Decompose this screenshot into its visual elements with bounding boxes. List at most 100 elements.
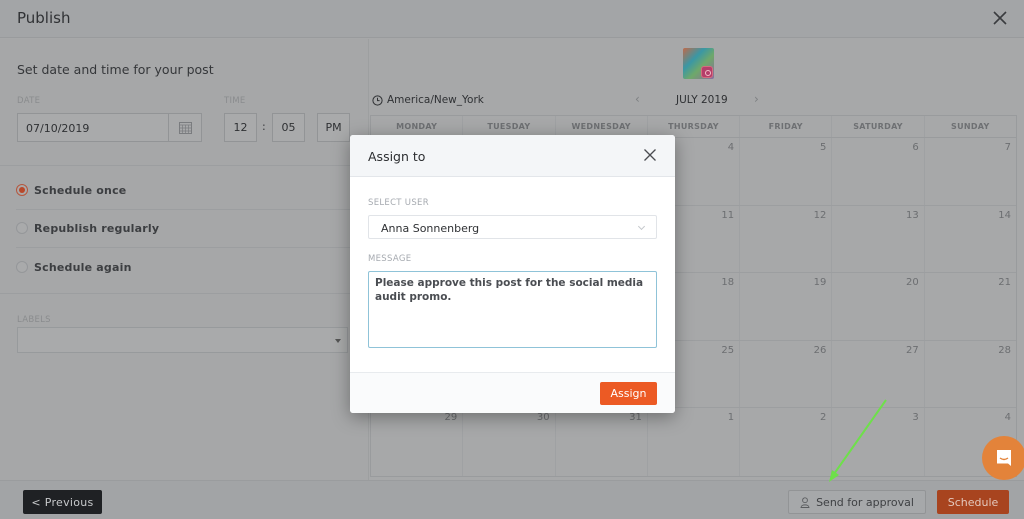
close-icon[interactable]	[990, 8, 1010, 28]
section-heading: Set date and time for your post	[17, 62, 214, 77]
calendar-day-cell[interactable]: 13	[832, 205, 925, 272]
labels-label: LABELS	[17, 315, 51, 325]
day-number: 7	[1004, 142, 1011, 153]
day-number: 25	[721, 344, 735, 356]
day-number: 20	[905, 277, 919, 288]
day-number: 3	[912, 412, 919, 423]
calendar-picker-button[interactable]	[168, 114, 201, 141]
instagram-icon	[701, 66, 713, 78]
day-number: 26	[813, 344, 827, 356]
dialog-title: Assign to	[368, 149, 426, 164]
radio-selected[interactable]	[16, 184, 28, 196]
calendar-day-cell[interactable]: 7	[925, 138, 1016, 205]
day-number: 30	[536, 412, 550, 423]
calendar-day-cell[interactable]: 19	[740, 273, 833, 340]
calendar-day-cell[interactable]: 5	[740, 138, 833, 205]
calendar-day-cell[interactable]: 28	[925, 341, 1016, 408]
calendar-icon	[178, 121, 192, 134]
day-number: 4	[727, 142, 735, 153]
clock-icon	[372, 94, 383, 106]
chat-launcher-button[interactable]	[982, 436, 1024, 480]
calendar-day-cell[interactable]: 3	[832, 408, 925, 476]
calendar-day-cell[interactable]: 2	[740, 408, 833, 476]
weekday-label: SUNDAY	[951, 122, 990, 131]
weekday-label: WEDNESDAY	[556, 116, 648, 137]
calendar-day-cell[interactable]: 12	[740, 205, 833, 272]
calendar-day-cell[interactable]: 21	[925, 273, 1016, 340]
calendar-day-cell[interactable]: 20	[832, 273, 925, 340]
day-number: 29	[444, 412, 458, 423]
calendar-day-cell[interactable]: 31	[556, 408, 648, 476]
day-number: 1	[727, 412, 735, 423]
weekday-label: THURSDAY	[648, 116, 741, 137]
previous-button[interactable]: < Previous	[23, 490, 102, 514]
minute-input[interactable]: 05	[272, 113, 305, 142]
publish-header: Publish	[0, 0, 1024, 38]
timezone-display[interactable]: America/New_York	[372, 94, 484, 106]
chat-icon	[997, 450, 1011, 466]
weekday-label: FRIDAY	[740, 116, 833, 137]
day-number: 6	[912, 142, 919, 153]
day-number: 27	[905, 344, 919, 356]
day-number: 18	[721, 277, 735, 288]
time-separator: :	[262, 120, 266, 133]
previous-month-button[interactable]: ‹	[635, 92, 640, 106]
day-number: 12	[813, 209, 827, 221]
calendar-day-cell[interactable]: 14	[925, 206, 1016, 273]
day-number: 28	[998, 344, 1011, 356]
day-number: 4	[1004, 412, 1011, 423]
send-for-approval-label: Send for approval	[816, 495, 914, 509]
radio-unselected[interactable]	[16, 261, 28, 273]
day-number: 19	[813, 277, 827, 288]
labels-select[interactable]	[17, 327, 348, 353]
option-republish-regularly[interactable]: Republish regularly	[16, 209, 352, 247]
calendar-day-cell[interactable]: 30	[463, 408, 556, 476]
date-input[interactable]: 07/10/2019	[17, 113, 202, 142]
message-label: MESSAGE	[368, 254, 412, 264]
day-number: 11	[721, 209, 735, 221]
meridiem-toggle[interactable]: PM	[317, 113, 350, 142]
radio-unselected[interactable]	[16, 222, 28, 234]
calendar-day-cell[interactable]: 29	[371, 408, 464, 476]
day-number: 14	[998, 209, 1011, 221]
divider	[0, 165, 369, 166]
option-label: Schedule once	[34, 183, 127, 197]
calendar-week-row: 29 30 31 1 2 3 4	[371, 408, 1016, 476]
calendar-day-cell[interactable]: 26	[740, 340, 833, 407]
schedule-settings-panel: Set date and time for your post DATE 07/…	[0, 39, 369, 480]
date-label: DATE	[17, 96, 41, 106]
divider	[0, 293, 369, 294]
hour-input[interactable]: 12	[224, 113, 257, 142]
option-label: Schedule again	[34, 260, 132, 274]
select-user-label: SELECT USER	[368, 198, 429, 208]
day-number: 5	[820, 142, 827, 153]
date-value: 07/10/2019	[26, 122, 90, 135]
chevron-down-icon	[637, 222, 646, 231]
day-number: 2	[820, 412, 827, 423]
dialog-header: Assign to	[350, 135, 675, 177]
calendar-day-cell[interactable]: 6	[832, 138, 925, 205]
day-number: 31	[629, 412, 642, 423]
assign-button[interactable]: Assign	[600, 382, 657, 405]
page-title: Publish	[17, 9, 71, 27]
weekday-label: TUESDAY	[463, 116, 556, 137]
option-schedule-again[interactable]: Schedule again	[16, 248, 352, 286]
selected-user: Anna Sonnenberg	[381, 222, 480, 235]
calendar-day-cell[interactable]: 1	[648, 408, 741, 476]
instagram-profile-avatar	[683, 48, 714, 79]
assign-to-dialog: Assign to SELECT USER Anna Sonnenberg ME…	[350, 135, 675, 413]
message-textarea[interactable]	[368, 271, 657, 348]
schedule-button[interactable]: Schedule	[937, 490, 1009, 514]
send-for-approval-button[interactable]: Send for approval	[788, 490, 926, 514]
next-month-button[interactable]: ›	[754, 92, 759, 106]
day-number: 21	[998, 277, 1011, 288]
chevron-down-icon	[335, 339, 341, 343]
calendar-day-cell[interactable]: 27	[832, 340, 925, 407]
close-icon[interactable]	[643, 148, 657, 162]
weekday-label: SATURDAY	[832, 116, 925, 137]
time-label: TIME	[224, 96, 246, 106]
select-user-dropdown[interactable]: Anna Sonnenberg	[368, 215, 657, 239]
day-number: 13	[905, 209, 919, 221]
dialog-footer: Assign	[350, 372, 675, 413]
option-schedule-once[interactable]: Schedule once	[16, 171, 352, 209]
